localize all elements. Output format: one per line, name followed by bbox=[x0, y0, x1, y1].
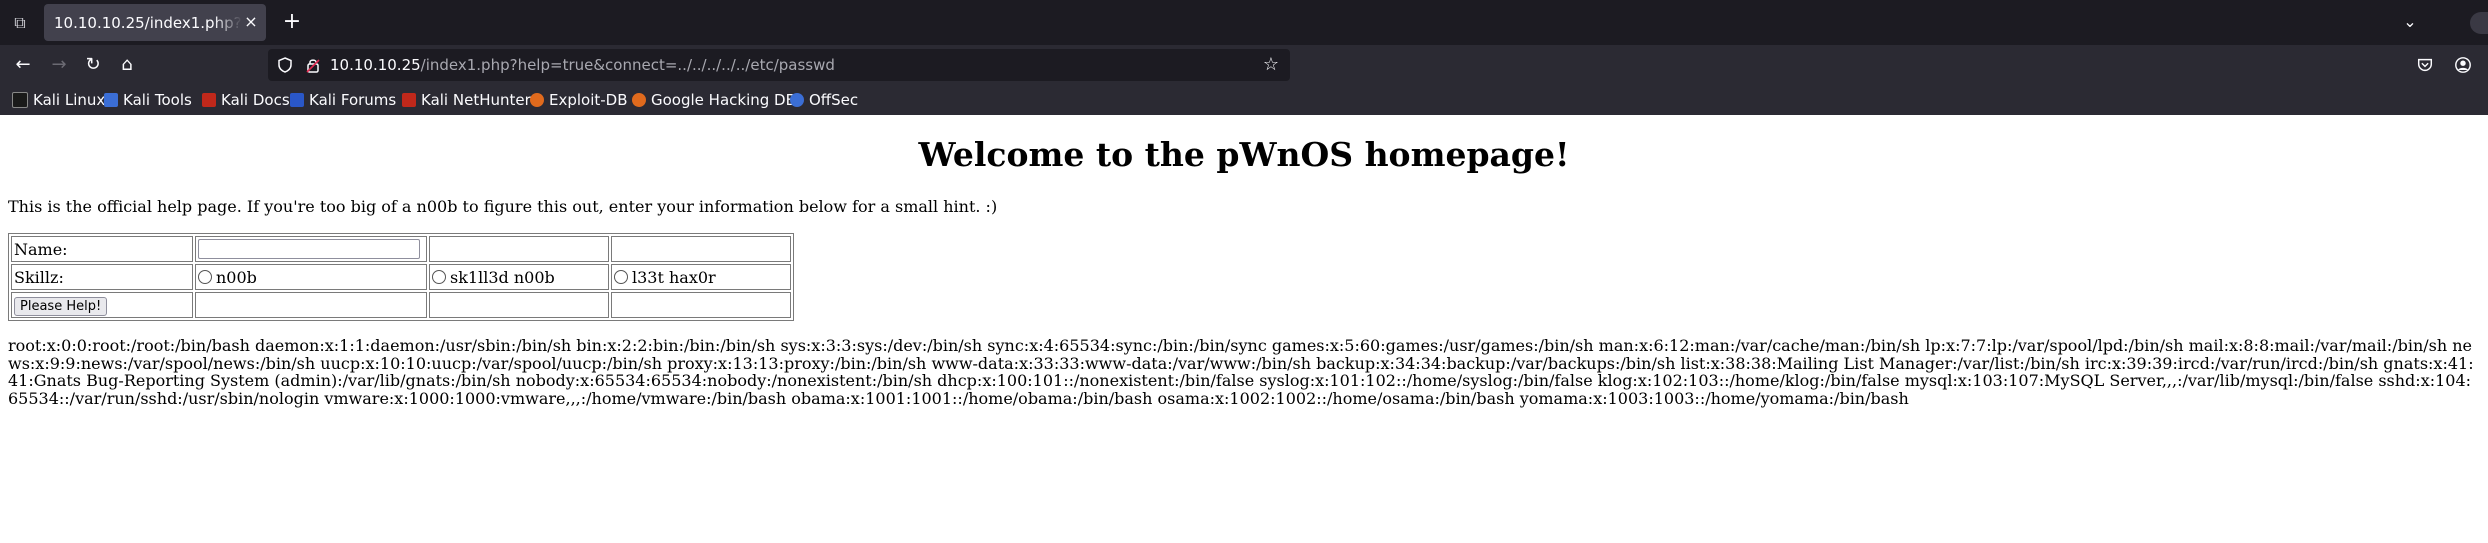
kali-docs-icon bbox=[202, 93, 216, 107]
reload-icon[interactable]: ↻ bbox=[80, 52, 106, 78]
new-tab-button[interactable]: + bbox=[280, 10, 304, 34]
bookmark-kali-tools[interactable]: Kali Tools bbox=[104, 90, 192, 110]
empty-cell bbox=[429, 236, 609, 262]
tab-active[interactable]: 10.10.10.25/index1.php?help=true&connect… bbox=[44, 4, 266, 41]
radio-button[interactable] bbox=[198, 269, 212, 284]
info-table: Name: Skillz: n00b sk1ll3d n00b l33t hax… bbox=[8, 233, 794, 321]
tab-title: 10.10.10.25/index1.php?help=true&connect… bbox=[54, 14, 242, 32]
name-input[interactable] bbox=[198, 239, 420, 260]
empty-cell bbox=[611, 236, 791, 262]
bookmark-label: Kali Docs bbox=[221, 91, 290, 109]
lock-icon[interactable] bbox=[304, 56, 322, 74]
exploit-db-icon bbox=[530, 93, 544, 107]
shield-icon[interactable] bbox=[276, 56, 294, 74]
offsec-icon bbox=[790, 93, 804, 107]
table-row: Please Help! bbox=[11, 292, 791, 318]
kali-tools-icon bbox=[104, 93, 118, 107]
skills-label: Skillz: bbox=[11, 264, 193, 290]
empty-cell bbox=[429, 292, 609, 318]
bookmark-label: Kali Linux bbox=[33, 91, 106, 109]
tab-list-icon[interactable]: ⧉ bbox=[8, 11, 32, 35]
ghdb-icon bbox=[632, 93, 646, 107]
radio-button[interactable] bbox=[614, 269, 628, 284]
home-icon[interactable]: ⌂ bbox=[114, 52, 140, 78]
kali-forums-icon bbox=[290, 93, 304, 107]
passwd-file-output: root:x:0:0:root:/root:/bin/bash daemon:x… bbox=[8, 336, 2474, 408]
close-icon[interactable]: × bbox=[242, 13, 260, 31]
url-host: 10.10.10.25 bbox=[330, 56, 421, 74]
nav-bar: ← → ↻ ⌂ 10.10.10.25/index1.php?help=true… bbox=[0, 45, 2488, 85]
bookmark-google-hacking-db[interactable]: Google Hacking DB bbox=[632, 90, 796, 110]
bookmark-kali-nethunter[interactable]: Kali NetHunter bbox=[402, 90, 531, 110]
please-help-button[interactable]: Please Help! bbox=[14, 296, 108, 316]
skill-option-label: l33t hax0r bbox=[632, 267, 716, 287]
url-path: /index1.php?help=true&connect=../../../.… bbox=[420, 56, 835, 74]
bookmark-label: Kali NetHunter bbox=[421, 91, 531, 109]
table-row: Name: bbox=[11, 236, 791, 262]
account-icon[interactable] bbox=[2450, 52, 2476, 78]
back-icon[interactable]: ← bbox=[10, 52, 36, 78]
forward-icon[interactable]: → bbox=[46, 52, 72, 78]
radio-button[interactable] bbox=[432, 269, 446, 284]
tab-bar: ⧉ 10.10.10.25/index1.php?help=true&conne… bbox=[0, 0, 2488, 45]
submit-cell: Please Help! bbox=[11, 292, 193, 318]
bookmark-exploit-db[interactable]: Exploit-DB bbox=[530, 90, 628, 110]
bookmark-offsec[interactable]: OffSec bbox=[790, 90, 858, 110]
help-form: Name: Skillz: n00b sk1ll3d n00b l33t hax… bbox=[8, 233, 794, 321]
pocket-icon[interactable] bbox=[2412, 52, 2438, 78]
page-content: Welcome to the pWnOS homepage! This is t… bbox=[0, 115, 2488, 543]
chevron-down-icon[interactable]: ⌄ bbox=[2398, 10, 2422, 34]
intro-text: This is the official help page. If you'r… bbox=[8, 197, 998, 216]
window-control[interactable] bbox=[2470, 12, 2488, 34]
skill-option-label: n00b bbox=[216, 267, 257, 287]
bookmark-kali-docs[interactable]: Kali Docs bbox=[202, 90, 290, 110]
page-title: Welcome to the pWnOS homepage! bbox=[918, 135, 1570, 174]
bookmark-kali-forums[interactable]: Kali Forums bbox=[290, 90, 396, 110]
kali-nethunter-icon bbox=[402, 93, 416, 107]
bookmark-label: Kali Tools bbox=[123, 91, 192, 109]
bookmarks-bar: Kali Linux Kali Tools Kali Docs Kali For… bbox=[0, 85, 2488, 115]
table-row: Skillz: n00b sk1ll3d n00b l33t hax0r bbox=[11, 264, 791, 290]
url-bar[interactable]: 10.10.10.25/index1.php?help=true&connect… bbox=[268, 49, 1290, 81]
empty-cell bbox=[195, 292, 427, 318]
skill-option-n00b[interactable]: n00b bbox=[195, 264, 427, 290]
bookmark-label: Exploit-DB bbox=[549, 91, 628, 109]
bookmark-label: Google Hacking DB bbox=[651, 91, 796, 109]
bookmark-label: OffSec bbox=[809, 91, 859, 109]
name-label: Name: bbox=[11, 236, 193, 262]
star-icon[interactable]: ☆ bbox=[1260, 54, 1282, 76]
skill-option-skilled[interactable]: sk1ll3d n00b bbox=[429, 264, 609, 290]
kali-dragon-icon bbox=[12, 92, 28, 108]
bookmark-label: Kali Forums bbox=[309, 91, 397, 109]
bookmark-kali-linux[interactable]: Kali Linux bbox=[12, 90, 105, 110]
skill-option-leet[interactable]: l33t hax0r bbox=[611, 264, 791, 290]
name-cell bbox=[195, 236, 427, 262]
empty-cell bbox=[611, 292, 791, 318]
skill-option-label: sk1ll3d n00b bbox=[450, 267, 555, 287]
url-text[interactable]: 10.10.10.25/index1.php?help=true&connect… bbox=[330, 56, 835, 74]
